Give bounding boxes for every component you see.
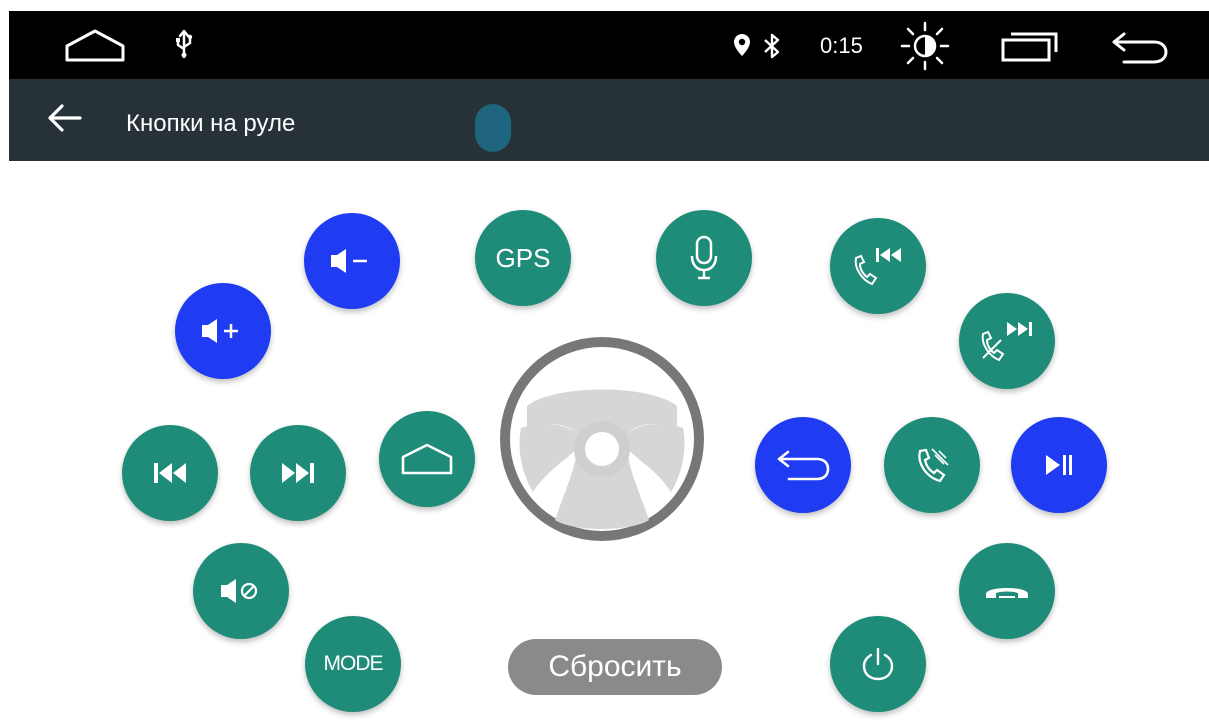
recent-apps-icon[interactable]	[1000, 29, 1060, 63]
prev-track-icon	[154, 463, 186, 483]
mode-icon: MODE	[323, 652, 384, 675]
play-pause-icon	[1046, 455, 1072, 475]
bluetooth-icon	[761, 33, 783, 59]
location-pin-icon	[733, 33, 751, 57]
mode-button[interactable]: MODE	[305, 616, 401, 712]
mute-button[interactable]	[193, 543, 289, 639]
screen: 0:15 Кнопки на руле GPS MODE Сбросить	[9, 11, 1209, 722]
status-bar: 0:15	[9, 11, 1209, 79]
gps-icon: GPS	[495, 242, 551, 273]
next-track-button[interactable]	[250, 425, 346, 521]
volume-up-button[interactable]	[175, 283, 271, 379]
back-icon	[777, 450, 830, 481]
clock: 0:15	[820, 33, 863, 58]
steering-wheel-image	[499, 336, 705, 542]
floating-indicator	[475, 104, 511, 152]
gps-button[interactable]: GPS	[475, 210, 571, 306]
volume-down-icon	[331, 249, 367, 273]
prev-track-button[interactable]	[122, 425, 218, 521]
next-track-icon	[282, 463, 314, 483]
back-button[interactable]	[755, 417, 851, 513]
page-title: Кнопки на руле	[126, 110, 296, 137]
power-icon	[862, 647, 894, 681]
call-prev-button[interactable]	[830, 218, 926, 314]
home-icon	[401, 443, 453, 475]
volume-up-icon	[202, 319, 238, 343]
power-button[interactable]	[830, 616, 926, 712]
back-icon[interactable]	[1109, 29, 1169, 65]
play-pause-button[interactable]	[1011, 417, 1107, 513]
home-button[interactable]	[379, 411, 475, 507]
home-outline-icon[interactable]	[63, 25, 127, 65]
reset-button[interactable]: Сбросить	[508, 639, 722, 695]
hang-up-icon	[986, 588, 1028, 600]
hang-up-button[interactable]	[959, 543, 1055, 639]
usb-icon	[173, 29, 195, 59]
call-next-button[interactable]	[959, 293, 1055, 389]
microphone-icon	[690, 235, 718, 280]
mute-icon	[221, 579, 258, 603]
arrow-left-icon[interactable]	[47, 103, 87, 139]
call-prev-icon	[854, 248, 901, 286]
voice-button[interactable]	[656, 210, 752, 306]
phone-answer-icon	[918, 448, 949, 483]
call-next-icon	[981, 322, 1032, 362]
brightness-icon[interactable]	[900, 21, 950, 71]
volume-down-button[interactable]	[304, 213, 400, 309]
phone-answer-button[interactable]	[884, 417, 980, 513]
